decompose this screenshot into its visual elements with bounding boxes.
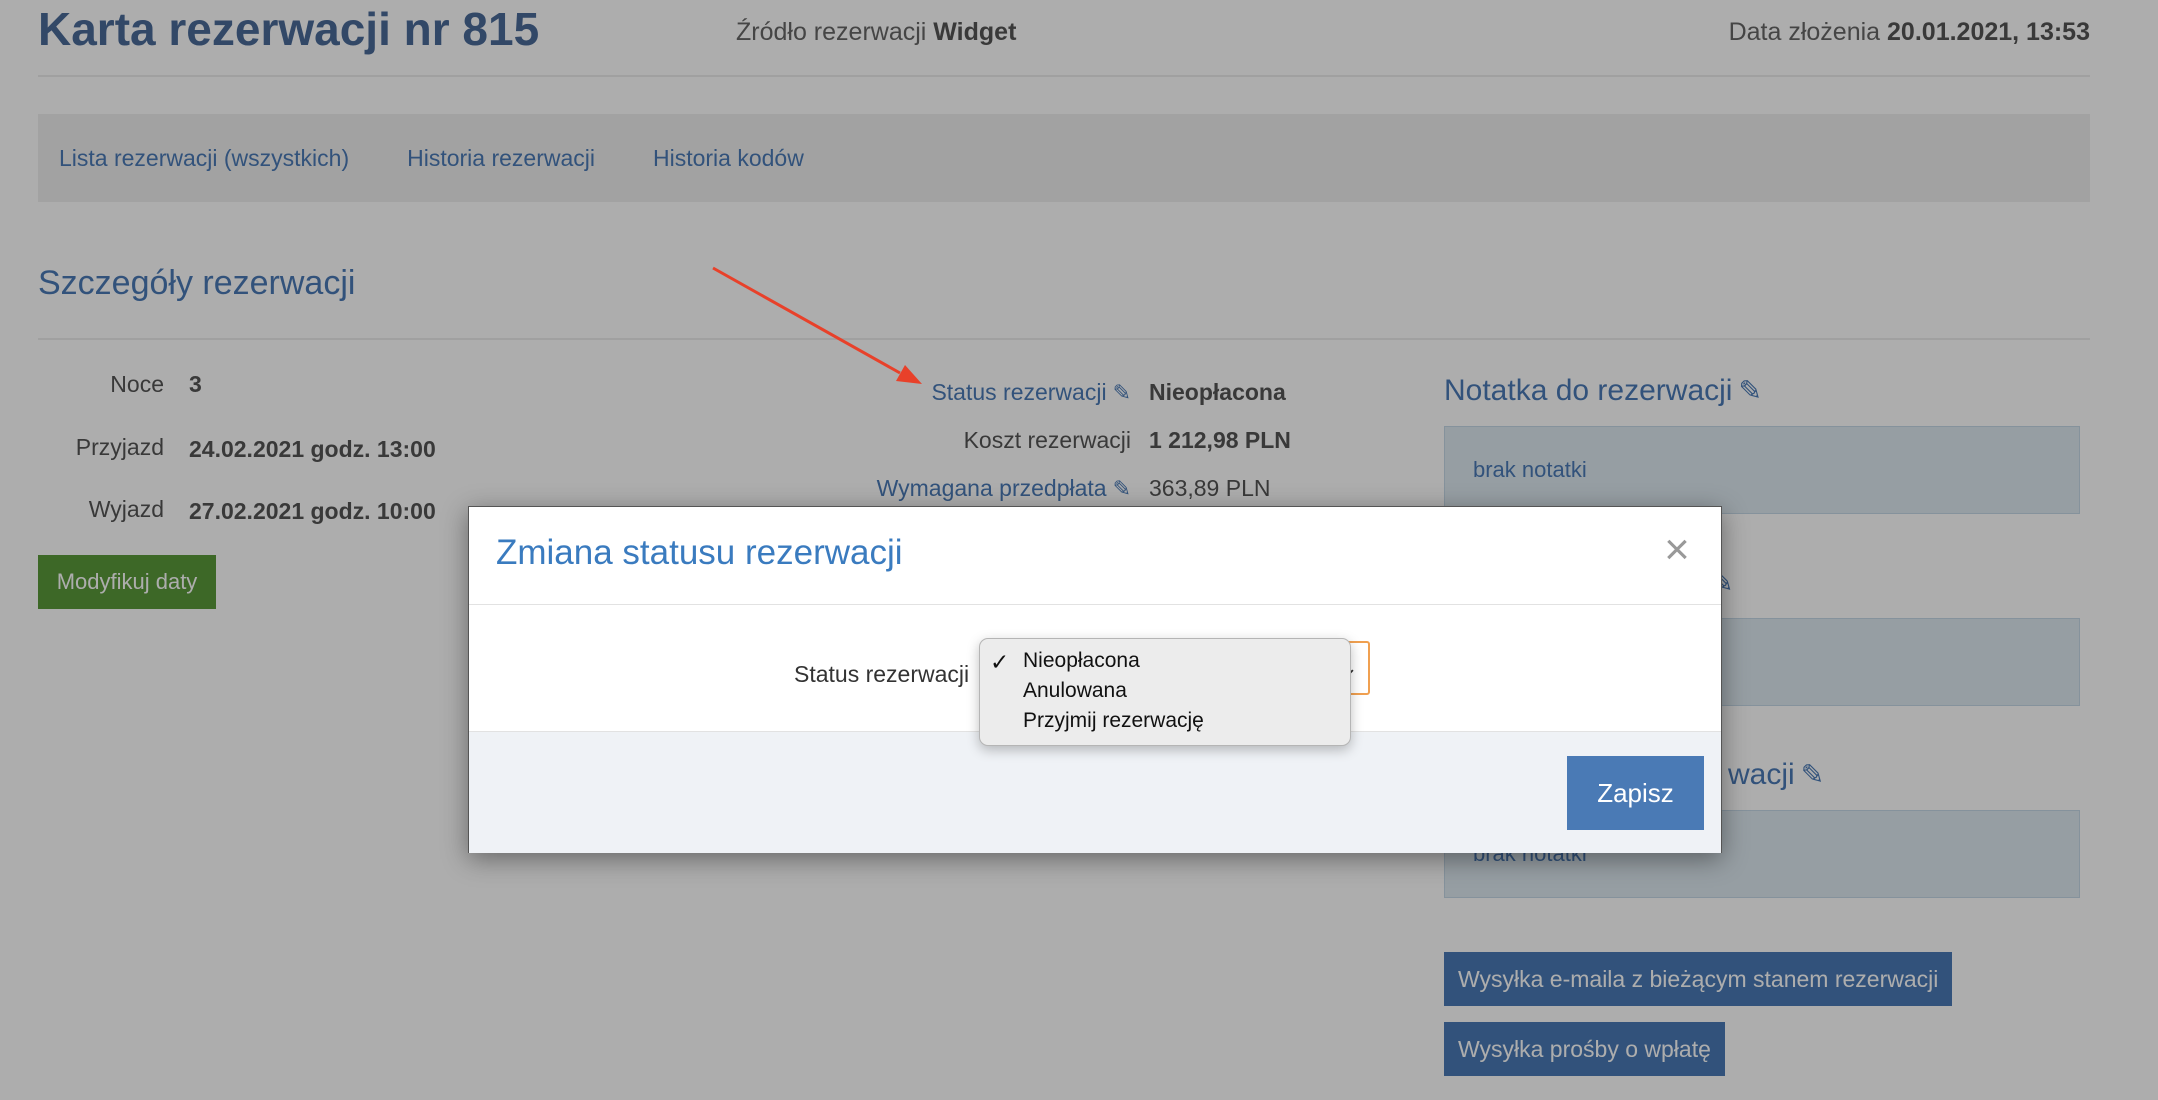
option-accept-reservation[interactable]: Przyjmij rezerwację bbox=[1023, 709, 1204, 733]
status-field-label: Status rezerwacji bbox=[794, 661, 970, 687]
status-dropdown-list: ✓ Nieopłacona Anulowana Przyjmij rezerwa… bbox=[979, 638, 1351, 746]
close-icon[interactable]: × bbox=[1657, 528, 1697, 572]
modal-footer: Zapisz bbox=[469, 731, 1721, 853]
save-button[interactable]: Zapisz bbox=[1567, 756, 1704, 830]
option-cancelled[interactable]: Anulowana bbox=[1023, 679, 1127, 703]
option-unpaid[interactable]: Nieopłacona bbox=[1023, 649, 1140, 673]
modal-title: Zmiana statusu rezerwacji bbox=[496, 533, 903, 572]
page: Karta rezerwacji nr 815 Źródło rezerwacj… bbox=[0, 0, 2158, 1100]
modal-header: Zmiana statusu rezerwacji × bbox=[469, 507, 1721, 605]
checkmark-icon: ✓ bbox=[990, 649, 1010, 675]
